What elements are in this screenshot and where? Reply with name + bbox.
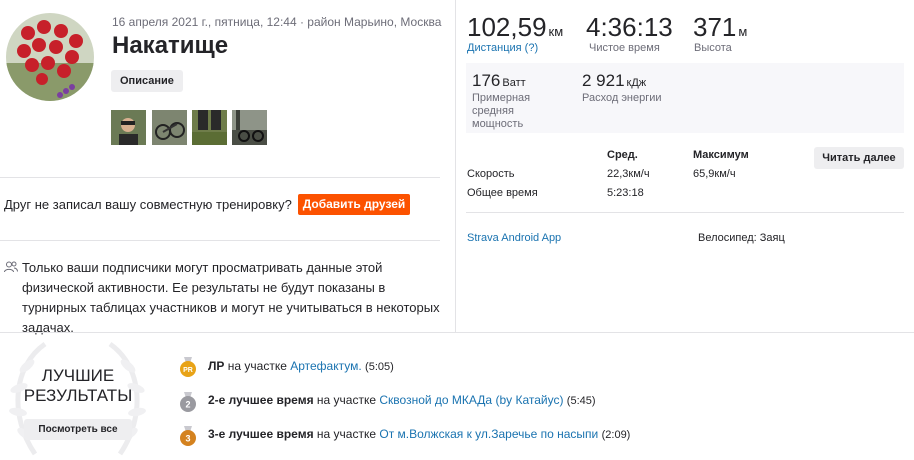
friends-prompt: Друг не записал вашу совместную трениров…	[4, 197, 292, 212]
speed-max: 65,9км/ч	[693, 168, 736, 180]
achievement-time: (2:09)	[601, 429, 631, 441]
achievement-time: (5:45)	[566, 395, 596, 407]
description-button[interactable]: Описание	[111, 70, 183, 92]
column-header-avg: Сред.	[607, 149, 638, 161]
elapsed-time-value: 5:23:18	[607, 187, 644, 199]
best-efforts-title-line2: РЕЗУЛЬТАТЫ	[23, 386, 133, 405]
activity-photo[interactable]	[232, 110, 267, 145]
power-value: 176 Ватт	[472, 71, 526, 90]
achievement-item: ЛР на участке Артефактум. (5:05)	[208, 359, 394, 373]
achievement-item: 2-е лучшее время на участке Сквозной до …	[208, 393, 596, 407]
bike-info: Велосипед: Заяц	[698, 232, 785, 244]
read-more-button[interactable]: Читать далее	[814, 147, 904, 169]
speed-avg: 22,3км/ч	[607, 168, 650, 180]
achievement-rank: ЛР	[208, 359, 225, 373]
pr-medal-icon: PR	[179, 357, 197, 377]
segment-link[interactable]: Сквозной до МКАДа (by Катайус)	[379, 393, 563, 407]
segment-link[interactable]: От м.Волжская к ул.Заречье по насыпи	[379, 427, 598, 441]
silver-medal-icon: 2	[179, 392, 197, 412]
elevation-value: 371 м	[693, 12, 748, 42]
column-header-max: Максимум	[693, 149, 749, 161]
achievement-time: (5:05)	[365, 361, 394, 373]
segment-link[interactable]: Артефактум.	[290, 359, 361, 373]
speed-label: Скорость	[467, 168, 515, 180]
followers-icon	[4, 260, 18, 278]
activity-title: Накатище	[112, 32, 229, 59]
activity-photo[interactable]	[111, 110, 146, 145]
moving-time-label: Чистое время	[589, 42, 660, 54]
divider	[466, 212, 904, 213]
elevation-label: Высота	[694, 42, 732, 54]
best-efforts-title: ЛУЧШИЕ РЕЗУЛЬТАТЫ	[12, 366, 144, 406]
moving-time-value: 4:36:13	[586, 12, 673, 42]
achievement-text: на участке	[313, 427, 380, 441]
elapsed-time-label: Общее время	[467, 187, 538, 199]
achievement-text: на участке	[224, 359, 291, 373]
achievement-text: на участке	[313, 393, 380, 407]
distance-label[interactable]: Дистанция (?)	[467, 42, 538, 54]
achievement-rank: 2-е лучшее время	[208, 393, 314, 407]
best-efforts-title-line1: ЛУЧШИЕ	[41, 366, 115, 385]
svg-text:PR: PR	[183, 367, 193, 374]
divider	[0, 177, 440, 178]
achievement-rank: 3-е лучшее время	[208, 427, 314, 441]
vertical-divider	[455, 0, 456, 332]
activity-meta: 16 апреля 2021 г., пятница, 12:44 · райо…	[112, 15, 442, 29]
activity-photo[interactable]	[192, 110, 227, 145]
energy-value: 2 921 кДж	[582, 71, 647, 90]
privacy-notice: Только ваши подписчики могут просматрива…	[22, 260, 440, 335]
add-friends-button[interactable]: Добавить друзей	[298, 194, 410, 215]
svg-text:3: 3	[185, 434, 190, 444]
svg-text:2: 2	[185, 400, 190, 410]
divider	[0, 240, 440, 241]
achievement-item: 3-е лучшее время на участке От м.Волжска…	[208, 427, 630, 441]
distance-value: 102,59 км	[467, 12, 564, 42]
energy-label: Расход энергии	[582, 92, 662, 104]
power-label: Примерная средняя мощность	[472, 92, 531, 130]
section-divider	[0, 332, 914, 333]
activity-photo[interactable]	[152, 110, 187, 145]
bronze-medal-icon: 3	[179, 426, 197, 446]
device-link[interactable]: Strava Android App	[467, 232, 561, 244]
view-all-button[interactable]: Посмотреть все	[24, 419, 132, 440]
athlete-avatar[interactable]	[6, 13, 94, 101]
